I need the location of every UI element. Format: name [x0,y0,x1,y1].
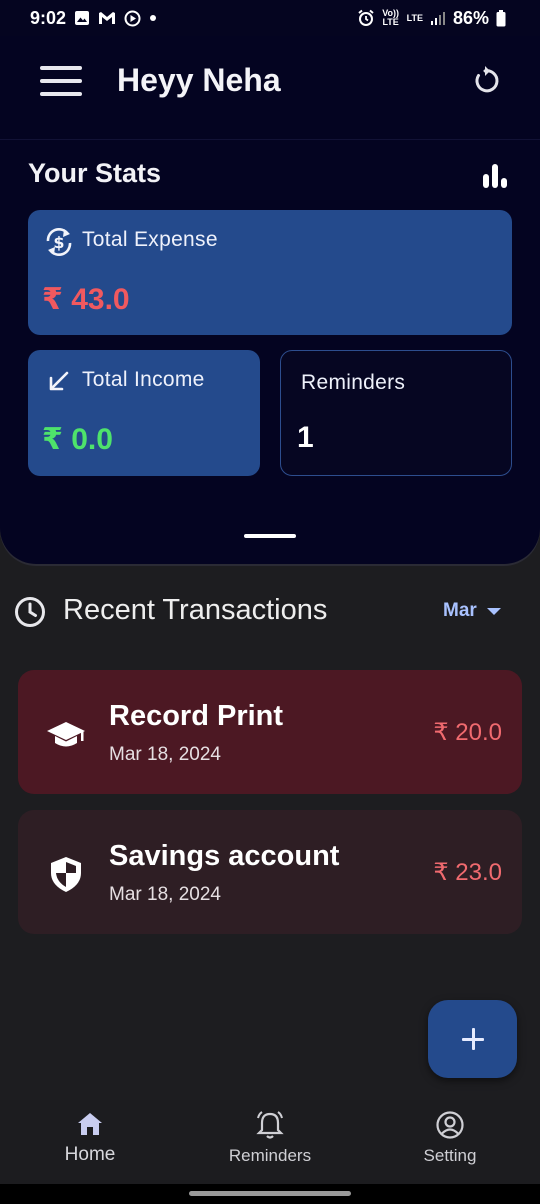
total-expense-value: ₹ 43.0 [42,283,130,316]
volte-label: Vo)) LTE [382,8,400,27]
transaction-item[interactable]: Record Print Mar 18, 2024 ₹ 20.0 [18,670,522,794]
gmail-icon [99,12,116,24]
svg-text:$: $ [53,233,64,252]
transaction-name: Savings account [109,840,340,872]
hamburger-menu-icon [40,66,82,70]
nav-setting[interactable]: Setting [370,1110,530,1180]
status-bar: 9:02 Vo)) LTE LTE 86% [0,0,540,36]
reminders-card[interactable]: Reminders 1 [280,350,512,476]
transaction-date: Mar 18, 2024 [109,744,221,765]
nav-reminders-label: Reminders [228,1146,312,1165]
month-dropdown-label: Mar [443,600,477,621]
clock-icon [15,597,45,627]
lte-label: LTE [406,12,423,23]
bar-chart-icon[interactable] [481,162,509,188]
page-title: Heyy Neha [117,62,281,98]
status-bar-right: Vo)) LTE LTE 86% [357,8,506,29]
arrow-down-left-icon [49,371,69,391]
refresh-icon[interactable] [468,64,502,98]
graduation-cap-icon [47,722,85,747]
play-circle-icon [124,10,141,26]
system-gesture-bar [0,1184,540,1204]
add-transaction-button[interactable] [428,1000,517,1078]
total-income-label: Total Income [82,368,205,391]
transaction-amount: ₹ 23.0 [433,859,502,886]
transaction-name: Record Print [109,700,284,732]
alarm-icon [357,9,374,26]
total-income-value: ₹ 0.0 [42,423,113,456]
chevron-down-icon [486,607,501,615]
hamburger-line [40,79,82,83]
transaction-item[interactable]: Savings account Mar 18, 2024 ₹ 23.0 [18,810,522,934]
currency-exchange-icon: $ [46,228,72,256]
hamburger-line [40,92,82,96]
total-expense-label: Total Expense [82,228,218,251]
shield-icon [51,857,81,892]
reminders-label: Reminders [301,371,406,394]
drag-handle[interactable] [244,534,296,538]
recent-transactions-header: Recent Transactions Mar [0,580,540,644]
nav-home[interactable]: Home [10,1110,170,1180]
battery-percent: 86% [452,7,489,28]
signal-icon [430,12,445,25]
transaction-amount: ₹ 20.0 [433,719,502,746]
stats-panel: Heyy Neha Your Stats $ Total Expense ₹ 4… [0,36,540,564]
reminders-value: 1 [297,421,314,454]
nav-home-label: Home [64,1144,116,1165]
gallery-icon [75,11,90,25]
stats-title: Your Stats [28,158,162,188]
plus-icon [461,1028,484,1050]
menu-button[interactable] [38,64,84,98]
gesture-handle[interactable] [189,1191,351,1196]
notification-dot-icon [150,15,157,21]
status-bar-left: 9:02 [30,8,157,29]
month-dropdown[interactable]: Mar [443,600,501,622]
recent-transactions-title: Recent Transactions [63,594,328,626]
transaction-date: Mar 18, 2024 [109,884,221,905]
nav-setting-label: Setting [423,1146,477,1165]
app-bar: Heyy Neha [0,36,540,140]
bell-icon [256,1111,284,1139]
home-icon [78,1113,102,1135]
bottom-navigation: Home Reminders Setting [0,1100,540,1184]
total-income-card[interactable]: Total Income ₹ 0.0 [28,350,260,476]
nav-reminders[interactable]: Reminders [190,1110,350,1180]
status-time: 9:02 [30,7,67,28]
total-expense-card[interactable]: $ Total Expense ₹ 43.0 [28,210,512,335]
battery-icon [496,9,506,26]
account-circle-icon [436,1111,464,1139]
